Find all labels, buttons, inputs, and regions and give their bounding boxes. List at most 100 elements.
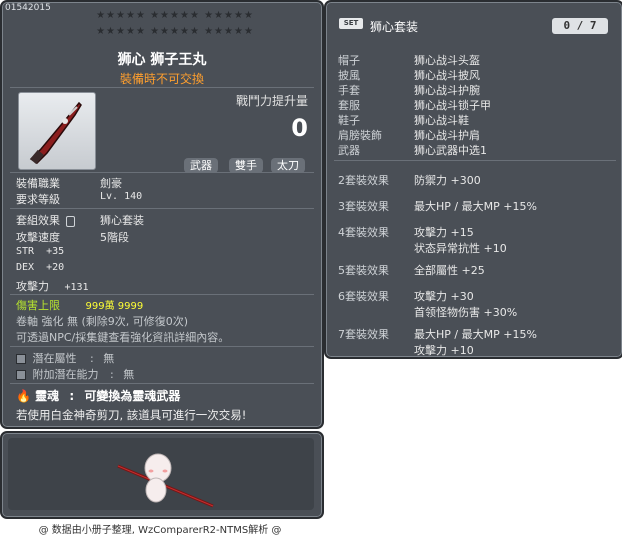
req-job-value: 劍豪 <box>100 177 122 190</box>
set-part-row: 手套 狮心战斗护腕 <box>338 82 480 98</box>
star-force-display: ★★★★★ ★★★★★ ★★★★★ ★★★★★ ★★★★★ ★★★★★ <box>60 8 290 40</box>
dex-row: DEX +20 <box>16 262 64 273</box>
dex-label: DEX <box>16 262 35 273</box>
set-part-name: 狮心战斗护腕 <box>414 84 480 97</box>
req-job-row: 裝備職業 劍豪 <box>16 175 122 191</box>
set-part-slot: 肩膀裝飾 <box>338 129 382 142</box>
set-effect-stat: 状态异常抗性 +10 <box>414 242 507 255</box>
bonus-potential-icon <box>16 370 26 380</box>
badge-katana: 太刀 <box>271 158 305 173</box>
combat-power-value: 0 <box>291 114 308 142</box>
divider <box>10 294 314 295</box>
soul-value: 可變換為靈魂武器 <box>84 389 181 403</box>
set-effect-row: 套組效果 狮心套装 <box>16 212 144 228</box>
set-effect-tier-label: 2套裝效果 <box>338 174 389 187</box>
set-part-name: 狮心武器中选1 <box>414 144 487 157</box>
soul-row: 🔥 靈魂 : 可變換為靈魂武器 <box>16 389 181 403</box>
str-label: STR <box>16 246 35 257</box>
set-effect-stat: 最大HP / 最大MP +15% <box>414 200 537 213</box>
set-badge: SET <box>339 18 363 29</box>
set-part-row: 肩膀裝飾 狮心战斗护肩 <box>338 127 480 143</box>
trade-restriction: 裝備時不可交換 <box>119 72 204 86</box>
req-level-value: Lv. 140 <box>100 191 143 202</box>
damage-cap-row: 傷害上限 999萬 9999 <box>16 297 143 313</box>
set-count: 0 / 7 <box>552 18 608 34</box>
set-effect-tier-label: 6套裝效果 <box>338 290 389 303</box>
potential-row: 潛在屬性 : 無 <box>16 350 114 366</box>
set-effect-tier-label: 7套裝效果 <box>338 328 389 341</box>
divider <box>334 160 616 161</box>
set-effect-tier-label: 3套裝效果 <box>338 200 389 213</box>
req-level-label: 要求等級 <box>16 193 60 206</box>
set-part-slot: 鞋子 <box>338 114 360 127</box>
divider <box>10 383 314 384</box>
divider <box>10 346 314 347</box>
set-part-slot: 披風 <box>338 69 360 82</box>
set-part-row: 帽子 狮心战斗头盔 <box>338 52 480 68</box>
divider <box>10 208 314 209</box>
req-level-row: 要求等級 Lv. 140 <box>16 191 142 207</box>
katana-icon <box>29 101 82 165</box>
flame-icon: 🔥 <box>16 389 31 403</box>
attack-value: +131 <box>64 282 89 293</box>
set-part-slot: 套服 <box>338 99 360 112</box>
badge-weapon: 武器 <box>184 158 218 173</box>
trade-note: 若使用白金神奇剪刀, 該道具可進行一次交易! <box>16 408 247 422</box>
set-part-name: 狮心战斗护肩 <box>414 129 480 142</box>
set-effect-stat: 攻擊力 +30 <box>414 290 474 303</box>
item-code: 01542015 <box>5 3 51 13</box>
set-part-row: 套服 狮心战斗锁子甲 <box>338 97 491 113</box>
set-part-name: 狮心战斗头盔 <box>414 54 480 67</box>
star-row: ★★★★★ ★★★★★ ★★★★★ <box>96 10 254 21</box>
set-part-row: 武器 狮心武器中选1 <box>338 142 487 158</box>
set-part-name: 狮心战斗披风 <box>414 69 480 82</box>
potential-label: 潛在屬性 <box>32 352 77 365</box>
attack-row: 攻擊力 +131 <box>16 278 89 294</box>
item-title: 狮心 狮子王丸 <box>117 52 207 68</box>
set-effect-stat: 攻擊力 +15 <box>414 226 474 239</box>
preview-stage <box>8 438 314 510</box>
combat-power-label: 戰鬥力提升量 <box>236 94 309 108</box>
set-part-name: 狮心战斗锁子甲 <box>414 99 491 112</box>
set-part-slot: 武器 <box>338 144 360 157</box>
bonus-potential-value: 無 <box>123 368 135 381</box>
badge-two-handed: 雙手 <box>229 158 263 173</box>
star-row: ★★★★★ ★★★★★ ★★★★★ <box>96 26 254 37</box>
set-effect-panel: SET 狮心套装 0 / 7 帽子 狮心战斗头盔 披風 狮心战斗披风 手套 狮心战斗护腕套… <box>324 0 622 359</box>
attack-label: 攻擊力 <box>16 280 49 293</box>
npc-info: 可透過NPC/採集鍵查看強化資訊詳細內容。 <box>16 331 230 344</box>
set-effect-stat: 防禦力 +300 <box>414 174 481 187</box>
set-effect-stat: 最大HP / 最大MP +15% <box>414 328 537 341</box>
set-part-slot: 手套 <box>338 84 360 97</box>
divider <box>10 172 314 173</box>
set-title: 狮心套装 <box>370 20 419 34</box>
set-effect-tier-label: 5套裝效果 <box>338 264 389 277</box>
bonus-potential-row: 附加潛在能力 : 無 <box>16 366 134 382</box>
potential-icon <box>16 354 26 364</box>
set-effect-stat: 攻擊力 +10 <box>414 344 474 357</box>
str-value: +35 <box>46 246 65 257</box>
character-preview-panel <box>0 431 324 519</box>
character-avatar <box>117 453 214 508</box>
item-tooltip-panel: 01542015 ★★★★★ ★★★★★ ★★★★★ ★★★★★ ★★★★★ ★… <box>0 0 324 429</box>
set-effect-value: 狮心套装 <box>100 214 144 227</box>
footer-credit: @ 数据由小册子整理, WzComparerR2-NTMS解析 @ <box>38 525 282 536</box>
set-effect-stat: 首领怪物伤害 +30% <box>414 306 518 319</box>
attack-speed-value: 5階段 <box>100 231 129 244</box>
attack-speed-label: 攻擊速度 <box>16 231 60 244</box>
set-part-name: 狮心战斗鞋 <box>414 114 469 127</box>
set-effect-stat: 全部屬性 +25 <box>414 264 485 277</box>
soul-label: 靈魂 <box>35 389 60 403</box>
damage-cap-label: 傷害上限 <box>16 299 60 312</box>
damage-cap-value: 999萬 9999 <box>85 301 144 312</box>
bonus-potential-label: 附加潛在能力 <box>32 368 99 381</box>
req-job-label: 裝備職業 <box>16 177 60 190</box>
str-row: STR +35 <box>16 246 64 257</box>
set-effect-tier-label: 4套裝效果 <box>338 226 389 239</box>
scroll-info: 卷軸 強化 無 (剩除9次, 可修復0次) <box>16 315 189 328</box>
lock-icon <box>65 215 75 227</box>
dex-value: +20 <box>46 262 65 273</box>
divider <box>10 87 314 88</box>
set-part-slot: 帽子 <box>338 54 360 67</box>
item-icon <box>18 92 96 170</box>
